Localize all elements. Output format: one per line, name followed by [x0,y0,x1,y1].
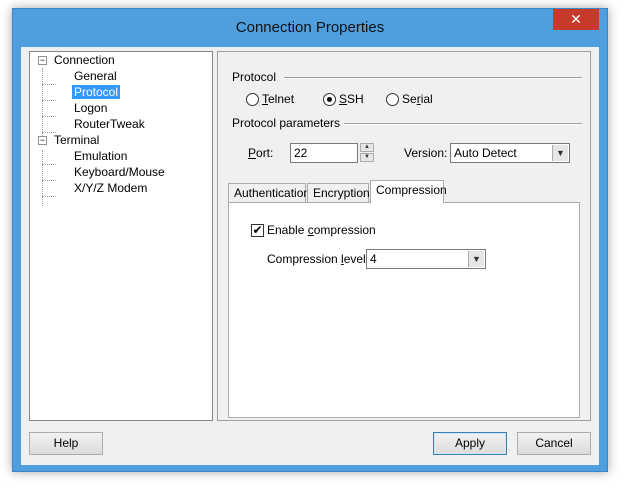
spin-up-icon[interactable]: ▲ [360,143,374,152]
tree-connector [42,150,43,206]
group-divider [344,123,582,125]
tree-item-general[interactable]: General [74,68,117,84]
checkmark-icon: ✔ [252,223,263,237]
apply-button[interactable]: Apply [433,432,507,455]
close-icon: ✕ [570,11,582,27]
tree-connector [42,180,56,181]
version-label: Version: [404,146,448,160]
compression-level-label: Compression level: [267,252,370,266]
port-input[interactable]: 22 [290,143,358,163]
tree-connector [42,100,56,101]
tree-item-emulation[interactable]: Emulation [74,148,127,164]
tree-item-connection[interactable]: Connection [54,52,115,68]
compression-tab-page: ✔ Enable compression Compression level: … [228,202,580,418]
close-button[interactable]: ✕ [553,9,599,30]
chevron-down-icon[interactable]: ▼ [552,145,568,161]
enable-compression-checkbox[interactable]: ✔ [251,224,264,237]
serial-label[interactable]: Serial [402,92,433,106]
tab-encryption[interactable]: Encryption [307,183,370,203]
title-bar[interactable]: Connection Properties ✕ [13,9,607,47]
settings-tree[interactable]: − Connection General Protocol Logon Rout… [29,51,213,421]
telnet-label[interactable]: Telnet [262,92,294,106]
serial-radio[interactable] [386,93,399,106]
protocol-parameters-label: Protocol parameters [232,116,341,130]
tree-connector [42,164,56,165]
collapse-icon[interactable]: − [38,136,47,145]
tree-item-keyboard-mouse[interactable]: Keyboard/Mouse [74,164,165,180]
collapse-icon[interactable]: − [38,56,47,65]
version-dropdown[interactable]: Auto Detect ▼ [450,143,570,163]
ssh-radio[interactable] [323,93,336,106]
spin-down-icon[interactable]: ▼ [360,153,374,162]
tree-connector [42,68,43,140]
tree-item-logon[interactable]: Logon [74,100,107,116]
radio-selected-dot [327,97,332,102]
version-value: Auto Detect [454,146,517,160]
compression-level-value: 4 [370,252,377,266]
group-divider [284,77,582,79]
tree-item-terminal[interactable]: Terminal [54,132,99,148]
compression-level-dropdown[interactable]: 4 ▼ [366,249,486,269]
enable-compression-label[interactable]: Enable compression [267,223,376,237]
tree-item-protocol[interactable]: Protocol [72,84,121,100]
tree-connector [42,84,56,85]
tree-item-xyz-modem[interactable]: X/Y/Z Modem [74,180,147,196]
tree-connector [42,196,56,197]
dialog-client-area: − Connection General Protocol Logon Rout… [21,47,599,465]
dialog-window: Connection Properties ✕ − Connection Gen… [12,8,608,472]
port-label: Port: [248,146,274,160]
tree-item-routertweak[interactable]: RouterTweak [74,116,145,132]
cancel-button[interactable]: Cancel [517,432,591,455]
tree-item-protocol-label: Protocol [72,85,121,99]
protocol-group-label: Protocol [232,70,277,84]
telnet-radio[interactable] [246,93,259,106]
tab-authentication[interactable]: Authentication [228,183,310,203]
help-button[interactable]: Help [29,432,103,455]
port-spinner[interactable]: ▲ ▼ [360,143,374,163]
window-title: Connection Properties [235,19,385,36]
tree-connector [42,116,56,117]
ssh-label[interactable]: SSH [339,92,364,106]
tab-compression[interactable]: Compression [370,180,447,203]
chevron-down-icon[interactable]: ▼ [468,251,484,267]
settings-panel: Protocol Telnet SSH Serial Protocol para… [217,51,591,421]
